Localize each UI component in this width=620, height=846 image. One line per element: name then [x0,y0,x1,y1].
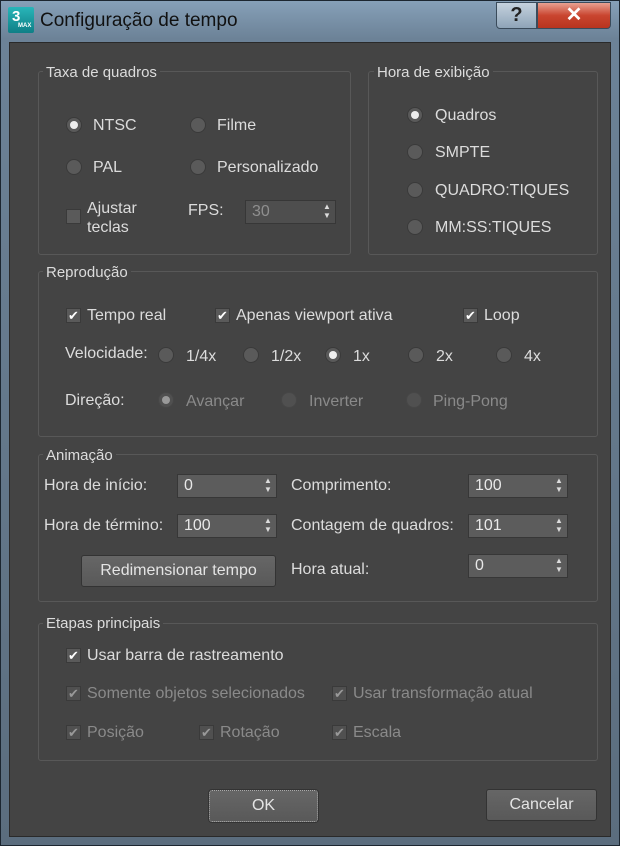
forward-label: Avançar [186,393,245,410]
spinner-arrows-icon[interactable]: ▲ ▼ [555,476,563,494]
start-time-label: Hora de início: [44,477,148,494]
ping-pong-label: Ping-Pong [433,393,508,410]
speed-1x-radio[interactable] [325,347,341,363]
current-time-value: 0 [475,557,484,574]
adjust-keys-label: Ajustar teclas [87,200,137,236]
direction-label: Direção: [65,392,125,409]
length-spinner[interactable]: 100 ▲ ▼ [468,474,568,498]
frame-count-value: 101 [475,517,502,534]
active-viewport-checkbox[interactable]: ✔ [215,308,230,323]
spinner-arrows-icon[interactable]: ▲ ▼ [264,516,272,534]
app-icon: 3 MAX [8,7,34,33]
start-time-spinner[interactable]: 0 ▲ ▼ [177,474,277,498]
window-title: Configuração de tempo [40,10,238,31]
use-trackbar-checkbox[interactable]: ✔ [66,648,81,663]
spinner-arrows-icon[interactable]: ▲ ▼ [323,202,331,220]
current-time-label: Hora atual: [291,561,370,578]
scale-checkbox[interactable]: ✔ [332,725,347,740]
ping-pong-radio[interactable] [406,392,422,408]
help-button[interactable]: ? [496,2,537,29]
adjust-keys-checkbox[interactable] [66,209,81,224]
close-button[interactable]: ✕ [537,2,611,29]
smpte-label: SMPTE [435,144,491,161]
film-label: Filme [217,117,257,134]
current-time-spinner[interactable]: 0 ▲ ▼ [468,554,568,578]
forward-radio[interactable] [158,392,174,408]
pal-label: PAL [93,159,123,176]
film-radio[interactable] [190,117,206,133]
rotation-label: Rotação [220,724,280,741]
mm-ss-ticks-label: MM:SS:TIQUES [435,219,552,236]
scale-label: Escala [353,724,402,741]
speed-4x-radio[interactable] [496,347,512,363]
use-current-transform-checkbox[interactable]: ✔ [332,686,347,701]
spinner-arrows-icon[interactable]: ▲ ▼ [555,516,563,534]
active-viewport-label: Apenas viewport ativa [236,307,393,324]
title-bar[interactable]: 3 MAX Configuração de tempo ? ✕ [1,1,619,39]
speed-quarter-label: 1/4x [186,348,217,365]
speed-half-radio[interactable] [243,347,259,363]
real-time-label: Tempo real [87,307,167,324]
end-time-value: 100 [184,517,211,534]
selected-only-checkbox[interactable]: ✔ [66,686,81,701]
fps-spinner[interactable]: 30 ▲ ▼ [245,200,336,224]
frames-radio[interactable] [407,107,423,123]
speed-4x-label: 4x [524,348,541,365]
mm-ss-ticks-radio[interactable] [407,219,423,235]
frame-rate-legend: Taxa de quadros [43,64,160,81]
use-trackbar-label: Usar barra de rastreamento [87,647,284,664]
frames-label: Quadros [435,107,497,124]
length-value: 100 [475,477,502,494]
length-label: Comprimento: [291,477,392,494]
end-time-spinner[interactable]: 100 ▲ ▼ [177,514,277,538]
selected-only-label: Somente objetos selecionados [87,685,305,702]
use-current-transform-label: Usar transformação atual [353,685,533,702]
playback-legend: Reprodução [43,264,131,281]
frame-ticks-label: QUADRO:TIQUES [435,182,570,199]
frame-count-label: Contagem de quadros: [291,517,454,534]
reverse-radio[interactable] [281,392,297,408]
ok-button[interactable]: OK [208,789,319,823]
time-configuration-dialog: 3 MAX Configuração de tempo ? ✕ Taxa de q… [0,0,620,846]
rescale-time-button[interactable]: Redimensionar tempo [81,555,276,587]
ntsc-radio[interactable] [66,117,82,133]
loop-checkbox[interactable]: ✔ [463,308,478,323]
frame-count-spinner[interactable]: 101 ▲ ▼ [468,514,568,538]
ntsc-label: NTSC [93,117,137,134]
spinner-arrows-icon[interactable]: ▲ ▼ [264,476,272,494]
fps-value: 30 [252,203,270,220]
frame-ticks-radio[interactable] [407,182,423,198]
dialog-body: Taxa de quadros NTSC Filme PAL Personali… [9,42,611,837]
spinner-arrows-icon[interactable]: ▲ ▼ [555,556,563,574]
custom-label: Personalizado [217,159,319,176]
position-checkbox[interactable]: ✔ [66,725,81,740]
loop-label: Loop [484,307,520,324]
speed-label: Velocidade: [65,345,148,362]
custom-radio[interactable] [190,159,206,175]
animation-legend: Animação [43,447,116,464]
speed-1x-label: 1x [353,348,370,365]
start-time-value: 0 [184,477,193,494]
rotation-checkbox[interactable]: ✔ [199,725,214,740]
speed-quarter-radio[interactable] [158,347,174,363]
fps-label: FPS: [188,202,224,219]
end-time-label: Hora de término: [44,517,164,534]
speed-2x-label: 2x [436,348,453,365]
reverse-label: Inverter [309,393,364,410]
smpte-radio[interactable] [407,144,423,160]
position-label: Posição [87,724,144,741]
speed-half-label: 1/2x [271,348,302,365]
pal-radio[interactable] [66,159,82,175]
real-time-checkbox[interactable]: ✔ [66,308,81,323]
time-display-legend: Hora de exibição [374,64,493,81]
key-steps-legend: Etapas principais [43,615,164,632]
cancel-button[interactable]: Cancelar [486,789,597,821]
speed-2x-radio[interactable] [408,347,424,363]
